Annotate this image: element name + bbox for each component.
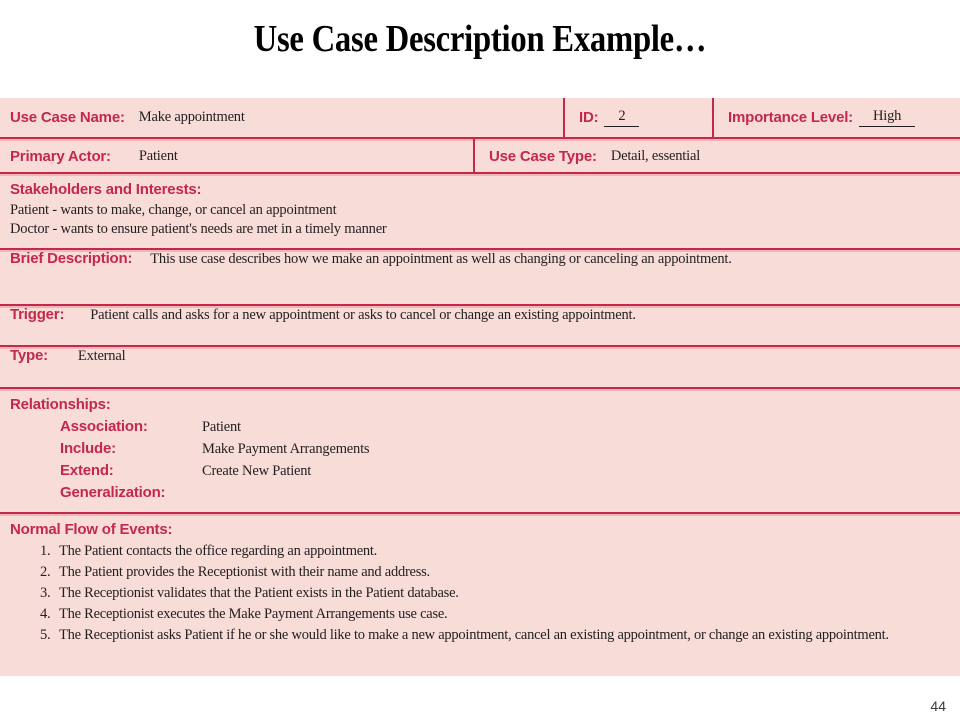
page-number: 44: [930, 698, 946, 714]
table-row-stakeholders: Stakeholders and Interests: Patient - wa…: [0, 172, 960, 248]
relationship-extend-label: Extend:: [60, 462, 114, 479]
use-case-name-value: Make appointment: [138, 109, 245, 125]
normal-flow-step: The Patient provides the Receptionist wi…: [40, 562, 430, 583]
table-row-relationships: Relationships: Association: Patient Incl…: [0, 387, 960, 512]
relationship-generalization-label: Generalization:: [60, 484, 166, 501]
use-case-name-label: Use Case Name:: [10, 109, 125, 126]
normal-flow-step: The Patient contacts the office regardin…: [40, 541, 378, 562]
importance-level-label: Importance Level:: [728, 109, 853, 126]
table-row-brief-description: Brief Description: This use case describ…: [0, 248, 960, 304]
relationship-association-value: Patient: [202, 419, 241, 435]
normal-flow-step: The Receptionist validates that the Pati…: [40, 583, 459, 604]
stakeholders-line: Patient - wants to make, change, or canc…: [10, 202, 337, 218]
primary-actor-label: Primary Actor:: [10, 148, 111, 165]
trigger-value: Patient calls and asks for a new appoint…: [90, 307, 636, 323]
brief-description-label: Brief Description:: [10, 250, 133, 267]
table-row-normal-flow: Normal Flow of Events: The Patient conta…: [0, 512, 960, 675]
table-row-trigger: Trigger: Patient calls and asks for a ne…: [0, 304, 960, 345]
relationship-item: Include: Make Payment Arrangements: [10, 438, 950, 460]
normal-flow-step: The Receptionist executes the Make Payme…: [40, 604, 448, 625]
normal-flow-step-list: The Patient contacts the office regardin…: [10, 541, 950, 646]
field-primary-actor: Primary Actor: Patient: [0, 139, 473, 174]
primary-actor-value: Patient: [138, 148, 178, 164]
relationship-item: Extend: Create New Patient: [10, 460, 950, 482]
trigger-label: Trigger:: [10, 306, 65, 323]
field-importance-level: Importance Level: High: [712, 98, 960, 137]
table-row-identity: Use Case Name: Make appointment ID: 2 Im…: [0, 98, 960, 137]
id-label: ID:: [579, 109, 599, 126]
normal-flow-label: Normal Flow of Events:: [10, 521, 173, 538]
type-value: External: [77, 348, 126, 364]
field-id: ID: 2: [563, 98, 712, 137]
relationship-association-label: Association:: [60, 418, 148, 435]
table-row-actor: Primary Actor: Patient Use Case Type: De…: [0, 137, 960, 174]
table-row-type: Type: External: [0, 345, 960, 387]
brief-description-value: This use case describes how we make an a…: [150, 251, 732, 267]
normal-flow-step: The Receptionist asks Patient if he or s…: [40, 625, 889, 646]
relationship-extend-value: Create New Patient: [202, 463, 312, 479]
type-label: Type:: [10, 347, 48, 364]
field-use-case-type: Use Case Type: Detail, essential: [473, 139, 960, 174]
use-case-description-table: Use Case Name: Make appointment ID: 2 Im…: [0, 98, 960, 676]
relationship-include-value: Make Payment Arrangements: [202, 441, 370, 457]
field-use-case-name: Use Case Name: Make appointment: [0, 98, 563, 137]
importance-level-value: High: [858, 108, 916, 127]
stakeholders-label: Stakeholders and Interests:: [10, 181, 202, 198]
relationships-label: Relationships:: [10, 396, 111, 413]
stakeholders-line: Doctor - wants to ensure patient's needs…: [10, 221, 387, 237]
relationship-item: Generalization:: [10, 482, 950, 504]
use-case-type-value: Detail, essential: [610, 148, 701, 164]
relationship-include-label: Include:: [60, 440, 116, 457]
relationship-item: Association: Patient: [10, 416, 950, 438]
id-value: 2: [604, 108, 640, 127]
page-title: Use Case Description Example…: [253, 18, 707, 60]
use-case-type-label: Use Case Type:: [489, 148, 597, 165]
